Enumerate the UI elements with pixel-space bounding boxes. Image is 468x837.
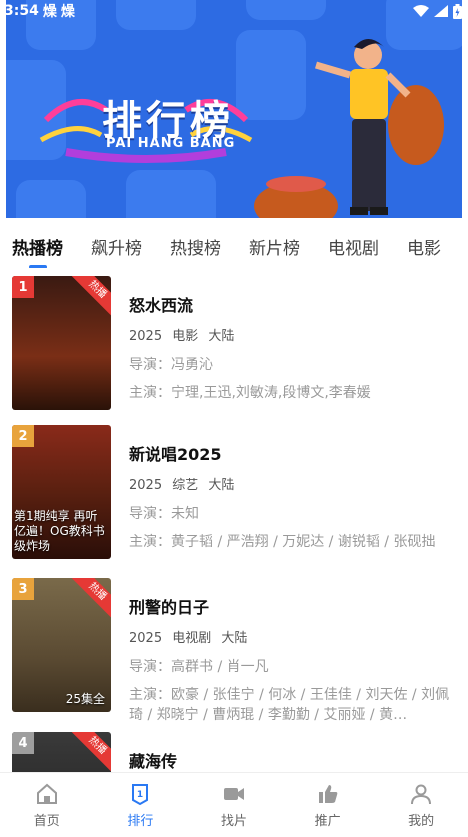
notification-icon: 燥: [42, 4, 57, 20]
item-year: 2025: [129, 631, 163, 646]
item-meta: 2025 电影 大陆: [129, 325, 453, 344]
hot-ribbon: 热播: [70, 578, 111, 619]
poster-image: 4 热播: [12, 732, 111, 772]
wifi-icon: [413, 5, 429, 17]
status-time: 3:54: [4, 3, 39, 19]
poster-image: 3 热播 25集全: [12, 578, 111, 712]
item-info: 新说唱2025 2025 综艺 大陆 导演：未知 主演：黄子韬 / 严浩翔 / …: [129, 425, 453, 552]
item-director: 导演：高群书 / 肖一凡: [129, 659, 269, 675]
nav-find[interactable]: 找片: [187, 773, 281, 837]
ranking-icon: 1: [132, 783, 149, 805]
poster-image: 2 第1期纯享 再听亿遍！OG教科书级炸场: [12, 425, 111, 559]
item-year: 2025: [129, 478, 163, 493]
item-info: 怒水西流 2025 电影 大陆 导演：冯勇沁 主演：宁理,王迅,刘敏涛,段博文,…: [129, 276, 453, 403]
rank-badge: 1: [12, 276, 34, 298]
hot-ribbon: 热播: [70, 276, 111, 317]
tab-label: 电视剧: [328, 239, 379, 259]
item-cast: 主演：欧豪 / 张佳宁 / 何冰 / 王佳佳 / 刘天佐 / 刘佩琦 / 郑晓宁…: [129, 687, 450, 723]
item-title: 新说唱2025: [129, 445, 222, 464]
item-director: 导演：未知: [129, 506, 199, 522]
nav-label: 推广: [314, 813, 341, 829]
item-region: 大陆: [208, 478, 235, 493]
poster-caption: 第1期纯享 再听亿遍！OG教科书级炸场: [14, 509, 105, 553]
status-bar: 3:54 燥 燥: [0, 0, 468, 22]
nav-home[interactable]: 首页: [0, 773, 94, 837]
nav-label: 排行: [127, 813, 154, 829]
user-icon: [411, 784, 432, 804]
tab-active-indicator: [28, 265, 47, 268]
rank-badge: 4: [12, 732, 34, 754]
tab-hot[interactable]: 热播榜: [12, 226, 63, 268]
rank-badge: 2: [12, 425, 34, 447]
tab-label: 新片榜: [249, 239, 300, 259]
item-region: 大陆: [208, 329, 235, 344]
item-meta: 2025 电视剧 大陆: [129, 627, 453, 646]
battery-icon: [453, 3, 462, 19]
item-genre: 电视剧: [172, 631, 212, 646]
tab-label: 电影: [407, 239, 441, 259]
item-info: 刑警的日子 2025 电视剧 大陆 导演：高群书 / 肖一凡 主演：欧豪 / 张…: [129, 578, 453, 725]
notification-icon: 燥: [60, 4, 75, 20]
nav-ranking[interactable]: 1 排行: [94, 773, 188, 837]
item-title: 藏海传: [129, 752, 178, 771]
category-tabs: 热播榜 飙升榜 热搜榜 新片榜 电视剧 电影: [0, 226, 468, 268]
tab-new[interactable]: 新片榜: [249, 226, 300, 259]
tab-label: 热播榜: [12, 239, 63, 259]
tab-tv[interactable]: 电视剧: [328, 226, 379, 259]
item-year: 2025: [129, 329, 163, 344]
nav-label: 首页: [33, 813, 60, 829]
item-info: 藏海传: [129, 732, 453, 772]
nav-promote[interactable]: 推广: [281, 773, 375, 837]
hot-ribbon: 热播: [70, 732, 111, 772]
item-meta: 2025 综艺 大陆: [129, 474, 453, 493]
tab-movie[interactable]: 电影: [407, 226, 441, 259]
nav-label: 找片: [220, 813, 247, 829]
tab-search[interactable]: 热搜榜: [170, 226, 221, 259]
nav-label: 我的: [408, 813, 435, 829]
ranking-list: 1 热播 怒水西流 2025 电影 大陆 导演：冯勇沁 主演：宁理,王迅,刘敏涛…: [0, 276, 468, 772]
item-cast: 主演：黄子韬 / 严浩翔 / 万妮达 / 谢锐韬 / 张砚拙: [129, 534, 436, 550]
item-title: 怒水西流: [129, 296, 194, 315]
ranking-banner: 排行榜 PAI HANG BANG: [6, 0, 462, 218]
item-region: 大陆: [221, 631, 248, 646]
tab-rising[interactable]: 飙升榜: [91, 226, 142, 259]
status-right: [413, 3, 462, 19]
item-director: 导演：冯勇沁: [129, 357, 213, 373]
list-item[interactable]: 3 热播 25集全 刑警的日子 2025 电视剧 大陆 导演：高群书 / 肖一凡…: [12, 578, 458, 723]
tab-label: 飙升榜: [91, 239, 142, 259]
episode-count: 25集全: [65, 692, 105, 706]
signal-icon: [434, 5, 448, 17]
rank-badge: 3: [12, 578, 34, 600]
item-genre: 电影: [172, 329, 199, 344]
sack-illustration-icon: [254, 176, 338, 218]
svg-text:1: 1: [137, 790, 143, 800]
item-cast: 主演：宁理,王迅,刘敏涛,段博文,李春媛: [129, 385, 371, 401]
poster-image: 1 热播: [12, 276, 111, 410]
bottom-navigation: 首页 1 排行 找片 推广 我的: [0, 772, 468, 837]
home-icon: [36, 783, 57, 804]
list-item[interactable]: 1 热播 怒水西流 2025 电影 大陆 导演：冯勇沁 主演：宁理,王迅,刘敏涛…: [12, 276, 458, 410]
status-left: 3:54 燥 燥: [4, 1, 75, 21]
thumbs-up-icon: [318, 784, 337, 803]
tab-label: 热搜榜: [170, 239, 221, 259]
banner-subtitle: PAI HANG BANG: [106, 136, 236, 151]
list-item[interactable]: 2 第1期纯享 再听亿遍！OG教科书级炸场 新说唱2025 2025 综艺 大陆…: [12, 425, 458, 559]
item-genre: 综艺: [172, 478, 199, 493]
list-item[interactable]: 4 热播 藏海传: [12, 732, 458, 772]
video-camera-icon: [223, 787, 244, 800]
nav-mine[interactable]: 我的: [374, 773, 468, 837]
item-title: 刑警的日子: [129, 598, 210, 617]
